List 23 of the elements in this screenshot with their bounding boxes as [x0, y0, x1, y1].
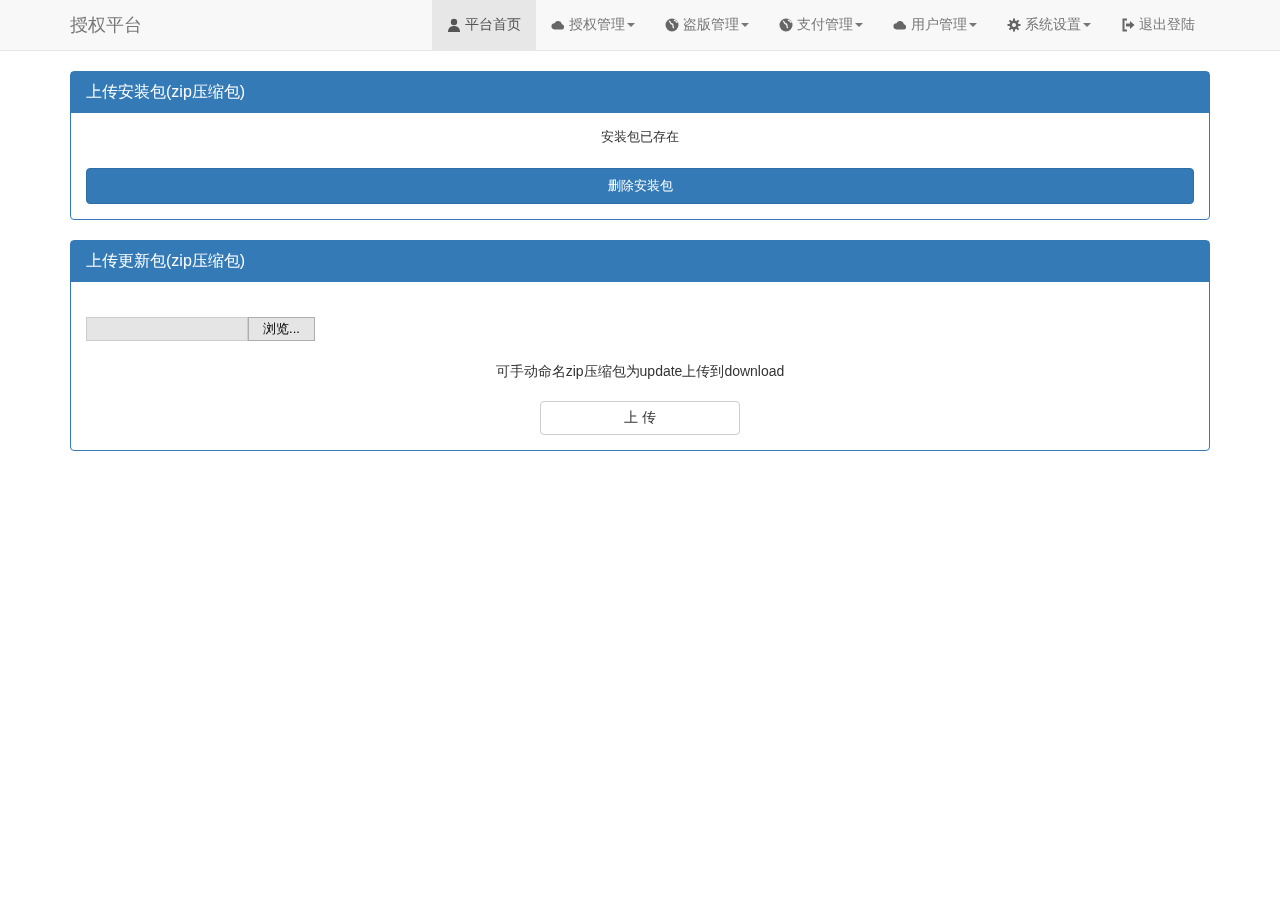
nav-item[interactable]: 退出登陆 [1106, 0, 1210, 50]
nav-item[interactable]: 系统设置 [992, 0, 1106, 50]
file-name-field[interactable] [86, 317, 248, 341]
user-icon [447, 18, 461, 32]
nav-item[interactable]: 授权管理 [536, 0, 650, 50]
upload-button[interactable]: 上 传 [540, 401, 740, 435]
logout-icon [1121, 18, 1135, 32]
nav-item[interactable]: 支付管理 [764, 0, 878, 50]
settings-icon [1007, 18, 1021, 32]
nav-item[interactable]: 平台首页 [432, 0, 536, 50]
delete-button[interactable]: 删除安装包 [86, 168, 1194, 204]
nav-item[interactable]: 用户管理 [878, 0, 992, 50]
cloud-icon [551, 18, 565, 32]
browse-button[interactable]: 浏览... [248, 317, 315, 341]
globe-icon [779, 18, 793, 32]
nav-item[interactable]: 盗版管理 [650, 0, 764, 50]
hint-text: 可手动命名zip压缩包为update上传到download [494, 363, 786, 381]
status-text: 安装包已存在 [600, 128, 680, 146]
brand-title[interactable]: 授权平台 [70, 13, 142, 37]
cloud-icon [893, 18, 907, 32]
panel-title: 上传更新包(zip压缩包) [71, 241, 1209, 282]
panel-title: 上传安装包(zip压缩包) [71, 72, 1209, 113]
globe-icon [665, 18, 679, 32]
